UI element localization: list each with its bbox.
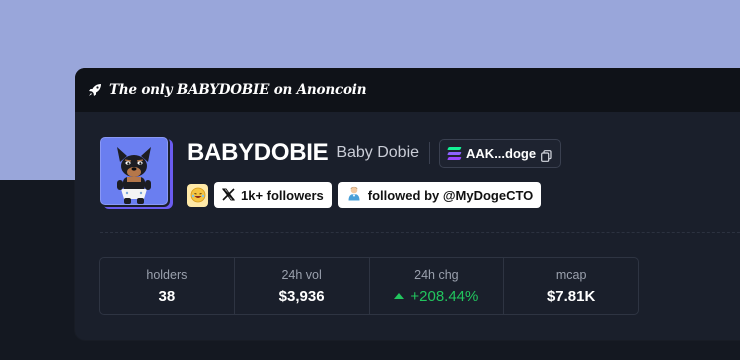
stat-holders: holders 38 [100,258,234,314]
contract-address-text: AAK...doge [466,145,537,161]
stat-24h-change: 24h chg +208.44% [368,258,504,314]
stat-label: mcap [555,267,587,282]
stat-value-change: +208.44% [394,288,478,305]
token-info: BABYDOBIE Baby Dobie AAK...doge 1k+ foll… [187,137,562,208]
token-avatar-row [100,137,170,207]
stat-value: $3,936 [278,287,325,305]
banner-text: The only BABYDOBIE on Anoncoin [109,82,367,98]
stat-24h-volume: 24h vol $3,936 [233,258,369,314]
name-separator [429,142,431,164]
token-full-name: Baby Dobie [336,144,420,161]
token-stats: holders 38 24h vol $3,936 24h chg +208.4… [99,257,639,315]
copy-icon[interactable] [541,147,552,162]
twitter-followers-text: 1k+ followers [241,187,324,203]
doberman-icon [117,147,151,204]
section-divider [100,232,740,233]
token-card: The only BABYDOBIE on Anoncoin BABYDOBIE… [75,68,740,340]
stat-value: +208.44% [410,287,479,305]
laughing-emoji-icon [187,183,208,207]
followed-by-chip[interactable]: followed by @MyDogeCTO [337,182,542,208]
stat-value: $7.81K [546,287,596,305]
solana-icon [447,147,462,159]
token-avatar[interactable] [100,137,170,207]
x-logo-icon [222,186,235,205]
avatar-image [100,137,168,205]
person-icon [346,185,362,205]
followed-by-text: followed by @MyDogeCTO [367,187,534,203]
twitter-followers-chip[interactable]: 1k+ followers [214,182,332,208]
trend-up-icon [394,293,405,299]
token-name-line: BABYDOBIE Baby Dobie AAK...doge [187,137,562,169]
contract-address-chip[interactable]: AAK...doge [439,138,562,168]
stat-label: 24h chg [414,267,459,282]
stat-label: holders [146,267,188,282]
rocket-icon [87,82,103,98]
social-badges: 1k+ followers followed by @MyDogeCTO [187,182,561,208]
stat-market-cap: mcap $7.81K [503,258,638,314]
token-banner: The only BABYDOBIE on Anoncoin [75,68,740,112]
stat-value: 38 [158,287,176,305]
stat-label: 24h vol [281,267,322,282]
token-ticker: BABYDOBIE [187,139,329,166]
